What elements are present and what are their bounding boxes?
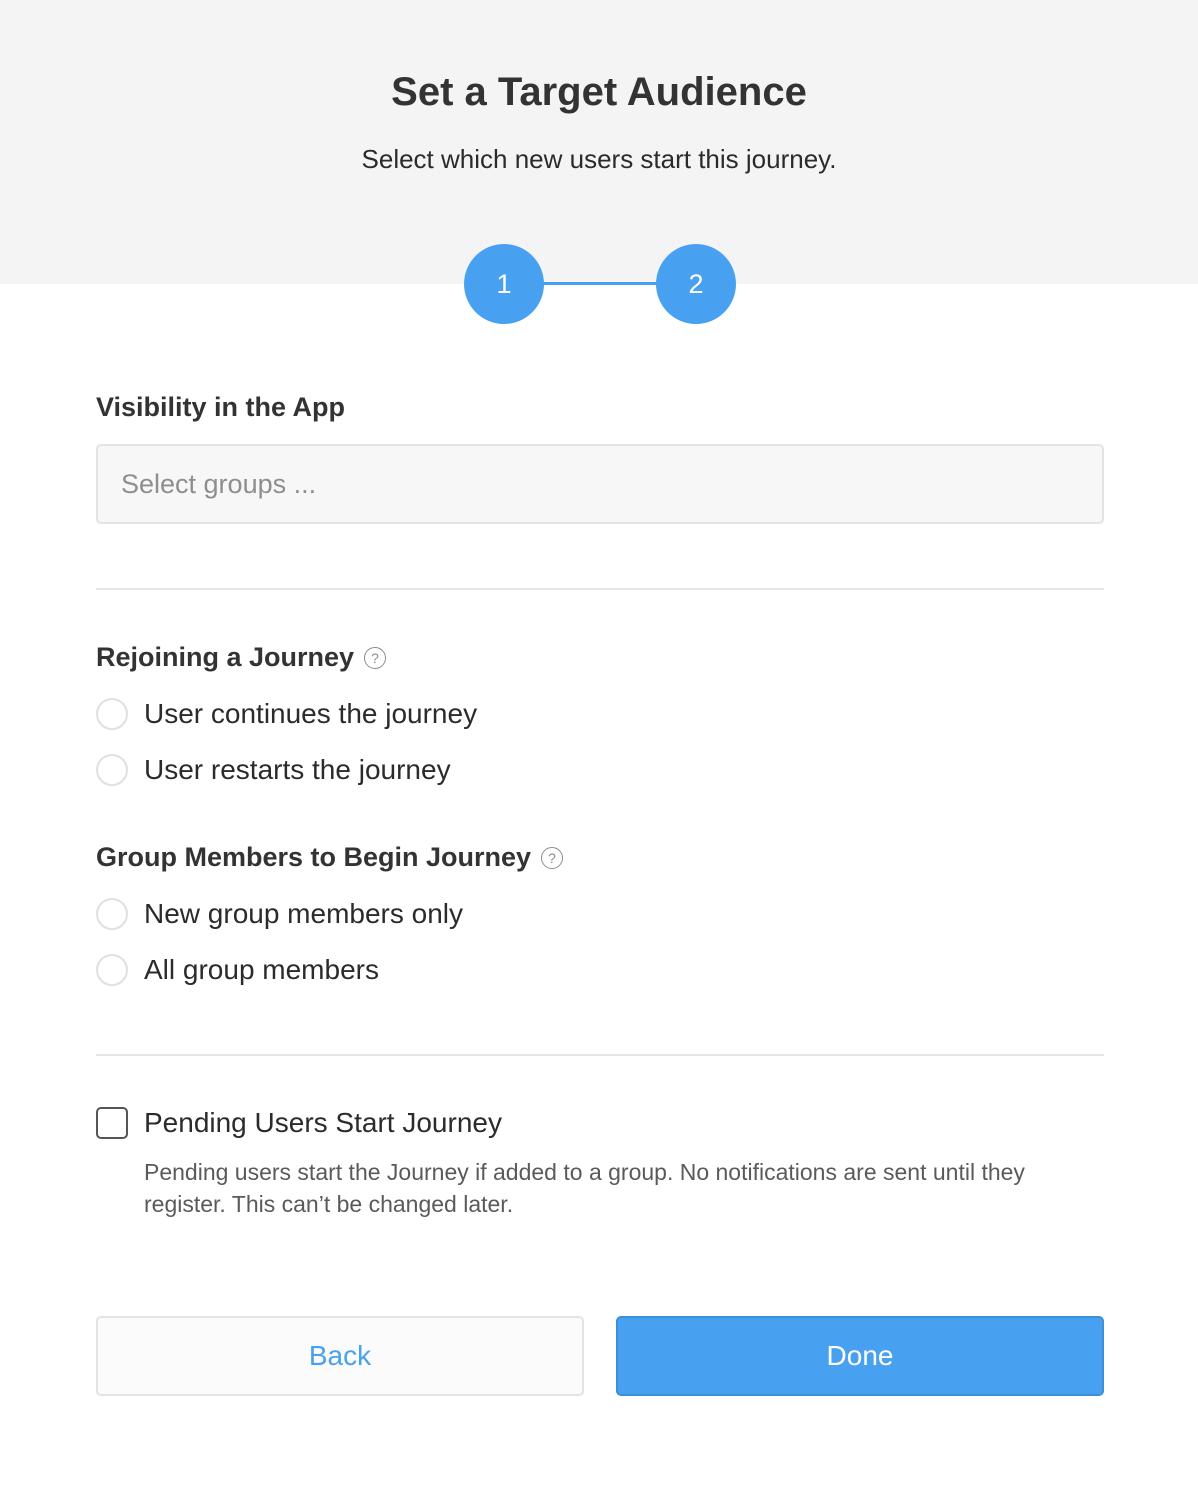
- radio-label: User restarts the journey: [144, 754, 451, 785]
- pending-users-checkbox-row[interactable]: Pending Users Start Journey: [96, 1106, 502, 1140]
- radio-button[interactable]: [96, 954, 128, 986]
- back-button[interactable]: Back: [96, 1316, 584, 1396]
- radio-all-members[interactable]: All group members: [96, 953, 379, 987]
- step-2-indicator[interactable]: 2: [656, 244, 736, 324]
- rejoining-label-text: Rejoining a Journey: [96, 642, 355, 672]
- radio-button[interactable]: [96, 754, 128, 786]
- rejoining-label: Rejoining a Journey ?: [96, 642, 387, 673]
- radio-label: All group members: [144, 954, 379, 985]
- pending-users-checkbox[interactable]: [96, 1107, 128, 1139]
- radio-user-restarts[interactable]: User restarts the journey: [96, 753, 451, 787]
- group-members-label: Group Members to Begin Journey ?: [96, 842, 564, 873]
- visibility-label: Visibility in the App: [96, 392, 345, 423]
- radio-user-continues[interactable]: User continues the journey: [96, 697, 477, 731]
- header-panel: Set a Target Audience Select which new u…: [0, 0, 1198, 284]
- done-button[interactable]: Done: [616, 1316, 1104, 1396]
- select-groups-input[interactable]: Select groups ...: [96, 444, 1104, 524]
- question-circle-icon[interactable]: ?: [541, 846, 564, 869]
- radio-new-members-only[interactable]: New group members only: [96, 897, 463, 931]
- radio-label: New group members only: [144, 898, 464, 929]
- radio-label: User continues the journey: [144, 698, 478, 729]
- radio-button[interactable]: [96, 698, 128, 730]
- pending-users-description: Pending users start the Journey if added…: [144, 1159, 1025, 1217]
- divider: [96, 588, 1104, 590]
- divider: [96, 1054, 1104, 1056]
- visibility-label-text: Visibility in the App: [96, 392, 346, 422]
- pending-users-label: Pending Users Start Journey: [144, 1107, 502, 1138]
- stepper-connector: [540, 282, 660, 285]
- page-subtitle: Select which new users start this journe…: [361, 144, 837, 174]
- page-title: Set a Target Audience: [391, 70, 807, 114]
- group-members-label-text: Group Members to Begin Journey: [96, 842, 532, 872]
- step-1-indicator[interactable]: 1: [464, 244, 544, 324]
- radio-button[interactable]: [96, 898, 128, 930]
- question-circle-icon[interactable]: ?: [364, 646, 387, 669]
